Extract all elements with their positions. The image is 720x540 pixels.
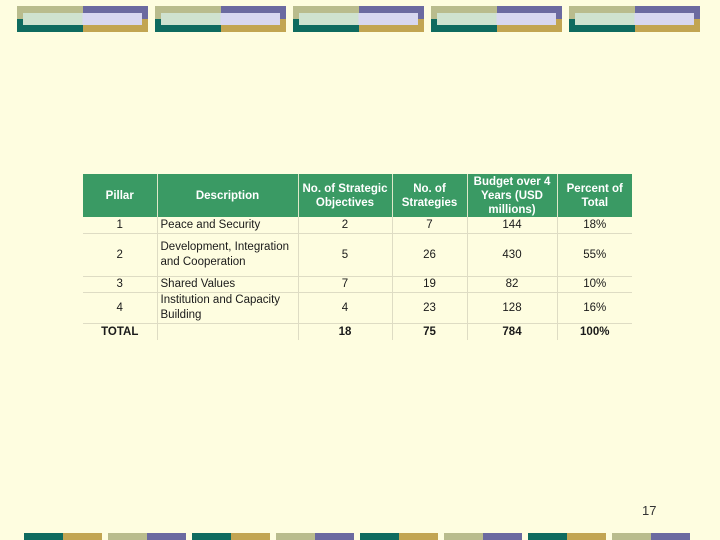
cell-objectives: 2	[298, 217, 393, 234]
total-percent: 100%	[557, 323, 632, 340]
total-strategies: 75	[392, 323, 468, 340]
total-objectives: 18	[298, 323, 393, 340]
cell-description: Shared Values	[157, 276, 299, 293]
cell-budget: 144	[467, 217, 558, 234]
cell-pillar: 2	[83, 233, 158, 277]
decorative-strip	[360, 533, 438, 540]
table-header-row: Pillar Description No. of Strategic Obje…	[83, 174, 632, 217]
decorative-strip	[444, 533, 522, 540]
total-label: TOTAL	[83, 323, 158, 340]
decorative-strip	[192, 533, 270, 540]
cell-description: Institution and Capacity Building	[157, 292, 299, 324]
cell-pillar: 1	[83, 217, 158, 234]
decorative-block	[293, 6, 424, 32]
decorative-block	[431, 6, 562, 32]
cell-strategies: 23	[392, 292, 468, 324]
cell-percent: 55%	[557, 233, 632, 277]
cell-budget: 82	[467, 276, 558, 293]
decorative-block	[155, 6, 286, 32]
cell-budget: 430	[467, 233, 558, 277]
table-total-row: TOTAL 18 75 784 100%	[83, 323, 632, 340]
total-description-empty	[157, 323, 299, 340]
cell-pillar: 3	[83, 276, 158, 293]
top-decoration	[17, 6, 700, 32]
header-budget: Budget over 4 Years (USD millions)	[467, 174, 558, 217]
decorative-strip	[528, 533, 606, 540]
header-description: Description	[157, 174, 299, 217]
cell-percent: 10%	[557, 276, 632, 293]
header-pillar: Pillar	[83, 174, 158, 217]
header-objectives: No. of Strategic Objectives	[298, 174, 393, 217]
table-row: 4 Institution and Capacity Building 4 23…	[83, 292, 632, 324]
header-strategies: No. of Strategies	[392, 174, 468, 217]
cell-objectives: 7	[298, 276, 393, 293]
cell-strategies: 7	[392, 217, 468, 234]
decorative-strip	[276, 533, 354, 540]
cell-strategies: 26	[392, 233, 468, 277]
decorative-strip	[108, 533, 186, 540]
bottom-decoration	[24, 533, 690, 540]
table-row: 1 Peace and Security 2 7 144 18%	[83, 217, 632, 234]
decorative-block	[569, 6, 700, 32]
cell-percent: 16%	[557, 292, 632, 324]
budget-table: Pillar Description No. of Strategic Obje…	[83, 174, 632, 340]
header-percent: Percent of Total	[557, 174, 632, 217]
cell-percent: 18%	[557, 217, 632, 234]
page-number: 17	[642, 503, 657, 518]
cell-objectives: 4	[298, 292, 393, 324]
decorative-strip	[612, 533, 690, 540]
cell-pillar: 4	[83, 292, 158, 324]
decorative-block	[17, 6, 148, 32]
cell-description: Peace and Security	[157, 217, 299, 234]
cell-objectives: 5	[298, 233, 393, 277]
total-budget: 784	[467, 323, 558, 340]
table-row: 3 Shared Values 7 19 82 10%	[83, 276, 632, 293]
cell-strategies: 19	[392, 276, 468, 293]
table-row: 2 Development, Integration and Cooperati…	[83, 233, 632, 277]
decorative-strip	[24, 533, 102, 540]
cell-description: Development, Integration and Cooperation	[157, 233, 299, 277]
cell-budget: 128	[467, 292, 558, 324]
